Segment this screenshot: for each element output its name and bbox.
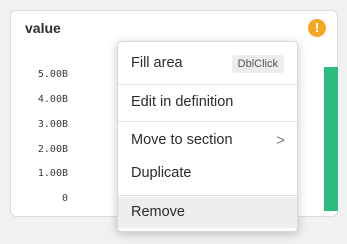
menu-item-label: Move to section	[131, 132, 233, 148]
y-tick-label: 4.00B	[37, 94, 68, 105]
menu-item-edit-in-definition[interactable]: Edit in definition	[118, 87, 297, 118]
menu-divider	[118, 121, 297, 122]
menu-item-fill-area[interactable]: Fill area DblClick	[118, 48, 297, 79]
menu-item-move-to-section[interactable]: Move to section >	[118, 125, 297, 156]
y-tick-label: 5.00B	[37, 69, 68, 80]
menu-item-remove[interactable]: Remove	[118, 197, 297, 228]
menu-item-label: Fill area	[131, 55, 183, 71]
y-tick-label: 1.00B	[37, 168, 68, 179]
y-tick-label: 2.00B	[37, 144, 68, 155]
widget-title: value	[25, 20, 61, 36]
menu-item-label: Duplicate	[131, 165, 192, 181]
context-menu: Fill area DblClick Edit in definition Mo…	[117, 41, 298, 232]
y-tick-label: 0	[61, 193, 68, 204]
y-tick-label: 3.00B	[37, 119, 68, 130]
menu-divider	[118, 195, 297, 196]
shortcut-badge: DblClick	[231, 55, 284, 73]
menu-item-label: Edit in definition	[131, 94, 234, 110]
chevron-right-icon: >	[276, 132, 285, 149]
warning-icon[interactable]: !	[308, 19, 326, 37]
page: value ! 5.00B 4.00B 3.00B 2.00B 1.00B 0 …	[0, 0, 347, 244]
chart-bar[interactable]	[324, 67, 338, 211]
menu-item-duplicate[interactable]: Duplicate	[118, 158, 297, 189]
menu-divider	[118, 84, 297, 85]
menu-item-label: Remove	[131, 204, 185, 220]
